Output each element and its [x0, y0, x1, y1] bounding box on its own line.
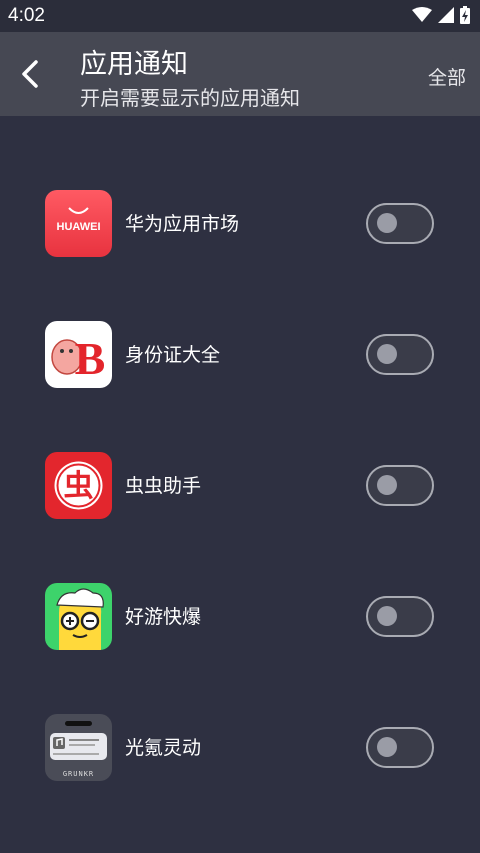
page-subtitle: 开启需要显示的应用通知	[80, 86, 300, 110]
guangke-icon-text: GRUNKR	[63, 770, 94, 778]
app-name: 虫虫助手	[125, 475, 202, 497]
toggle-knob	[377, 475, 397, 495]
notification-toggle[interactable]	[366, 465, 434, 506]
toggle-knob	[377, 213, 397, 233]
list-item: HUAWEI 华为应用市场	[0, 184, 480, 264]
notification-toggle[interactable]	[366, 727, 434, 768]
signal-icon	[438, 7, 454, 23]
notification-toggle[interactable]	[366, 203, 434, 244]
notification-toggle[interactable]	[366, 596, 434, 637]
guangke-icon: GRUNKR	[45, 714, 112, 781]
app-name: 好游快爆	[125, 606, 202, 628]
haoyou-icon	[45, 583, 112, 650]
list-item: GRUNKR 光氪灵动	[0, 708, 480, 788]
app-name: 光氪灵动	[125, 737, 202, 759]
id-icon-letter: B	[75, 333, 106, 384]
chongchong-icon-glyph: 虫	[64, 469, 94, 504]
app-name: 华为应用市场	[125, 213, 240, 235]
status-time: 4:02	[8, 5, 45, 26]
battery-icon	[460, 6, 470, 24]
status-bar: 4:02	[0, 0, 480, 32]
chongchong-icon: 虫	[45, 452, 112, 519]
list-item: 虫 虫虫助手	[0, 446, 480, 526]
select-all-button[interactable]: 全部	[428, 63, 466, 90]
list-item: B 身份证大全	[0, 315, 480, 395]
list-item: 好游快爆	[0, 577, 480, 657]
status-icons	[412, 6, 470, 24]
toggle-knob	[377, 606, 397, 626]
notification-toggle[interactable]	[366, 334, 434, 375]
toggle-knob	[377, 737, 397, 757]
app-name: 身份证大全	[125, 344, 221, 366]
app-bar: 应用通知 开启需要显示的应用通知 全部	[0, 32, 480, 116]
huawei-appgallery-icon: HUAWEI	[45, 190, 112, 257]
back-arrow-icon	[22, 60, 38, 88]
wifi-icon	[412, 7, 432, 22]
huawei-icon-text: HUAWEI	[57, 221, 101, 233]
toggle-knob	[377, 344, 397, 364]
page-title: 应用通知	[80, 49, 188, 80]
back-button[interactable]	[10, 52, 50, 96]
id-card-app-icon: B	[45, 321, 112, 388]
